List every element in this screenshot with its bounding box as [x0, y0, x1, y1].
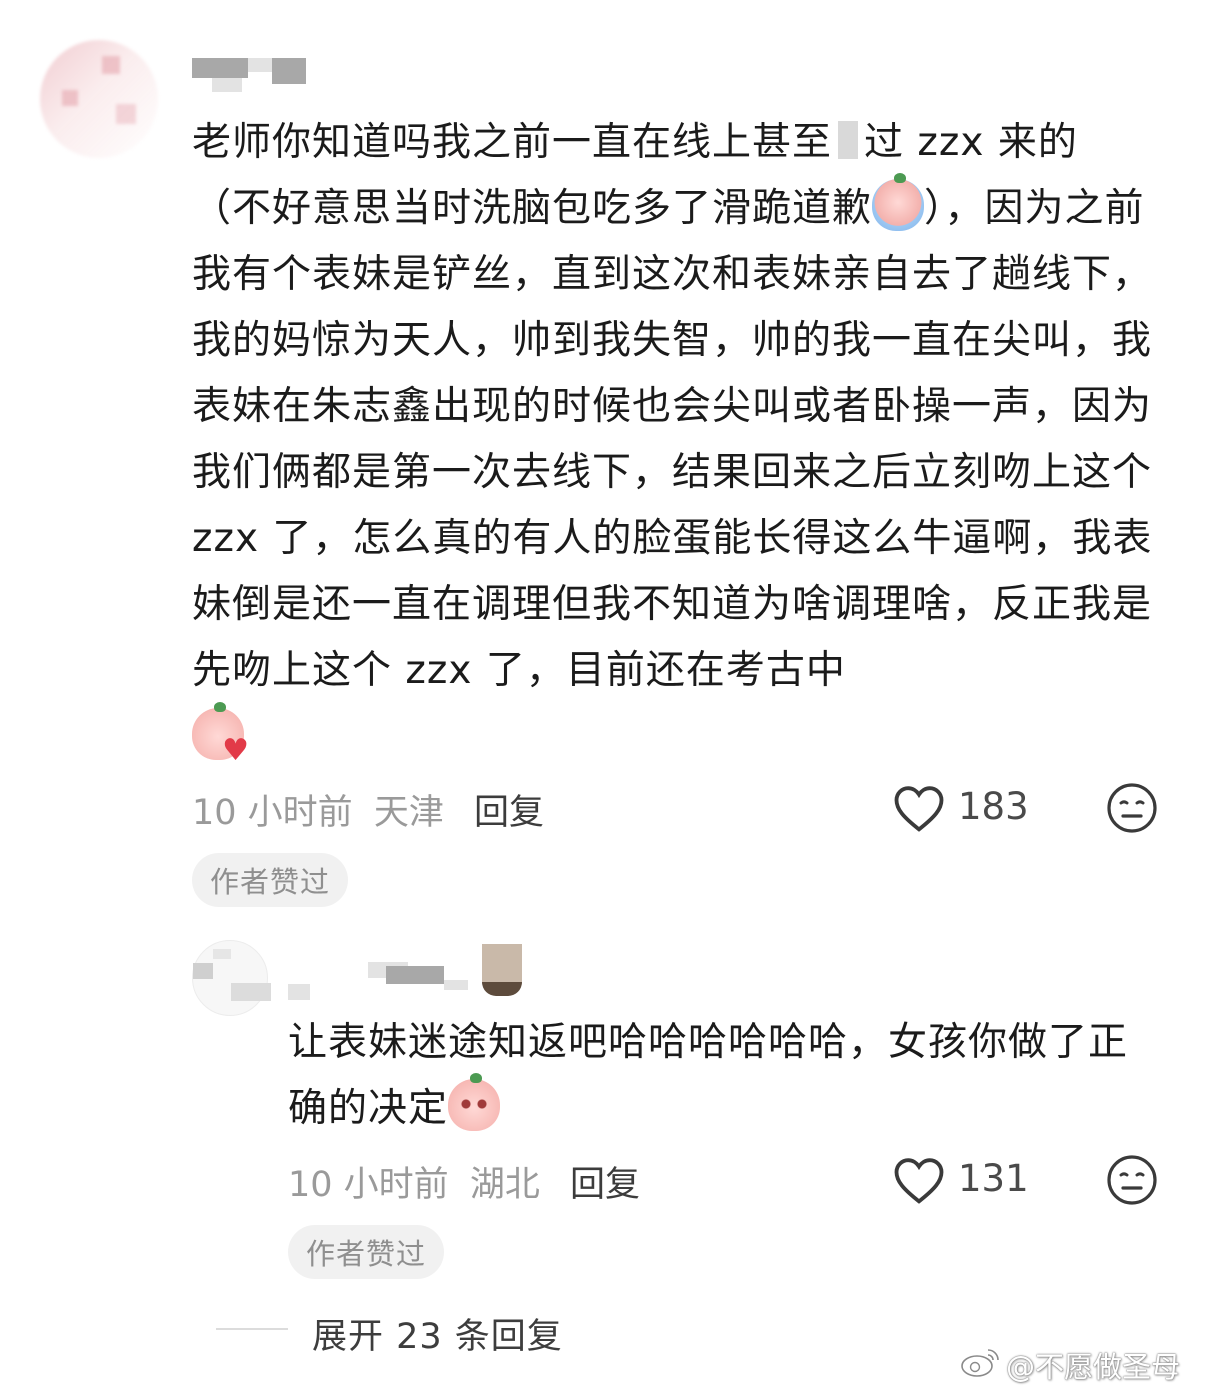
- like-button[interactable]: 183: [892, 781, 1032, 835]
- pleading-emoji-icon: [448, 1073, 501, 1131]
- kiss-heart-emoji-icon: [192, 702, 250, 766]
- masked-word: [838, 121, 859, 159]
- reply-time: 10 小时前: [288, 1165, 449, 1205]
- reply-like-button[interactable]: 131: [892, 1153, 1032, 1207]
- watermark-text: @不愿做圣母: [1006, 1350, 1181, 1384]
- author-liked-badge: 作者赞过: [192, 853, 348, 907]
- comment-text-part3: ），因为之前我有个表妹是铲丝，直到这次和表妹亲自去了趟线下，我的妈惊为天人，帅到…: [192, 186, 1153, 693]
- reply-text-content: 让表妹迷途知返吧哈哈哈哈哈哈，女孩你做了正确的决定: [288, 1020, 1129, 1131]
- comment-location: 天津: [373, 793, 444, 833]
- comment-time: 10 小时前: [192, 793, 353, 833]
- meh-face-icon: [1107, 1155, 1157, 1205]
- avatar[interactable]: [40, 40, 158, 158]
- comment-text-part1: 老师你知道吗我之前一直在线上甚至: [192, 120, 833, 165]
- reply-text: 让表妹迷途知返吧哈哈哈哈哈哈，女孩你做了正确的决定: [288, 1010, 1158, 1142]
- weibo-logo-icon: [961, 1349, 999, 1377]
- reply-meta: 10 小时前 湖北: [288, 1156, 540, 1207]
- like-count: 183: [958, 785, 1029, 828]
- reply-reply-button[interactable]: 回复: [570, 1156, 640, 1207]
- dislike-button[interactable]: [1106, 782, 1158, 834]
- reply-author-liked-badge: 作者赞过: [288, 1225, 444, 1279]
- reply-location: 湖北: [469, 1165, 540, 1205]
- crying-emoji-icon: [872, 173, 925, 231]
- comment-meta: 10 小时前 天津: [192, 784, 444, 835]
- reply-button[interactable]: 回复: [474, 784, 544, 835]
- reply-avatar[interactable]: [192, 940, 271, 1016]
- heart-icon: [894, 1158, 944, 1204]
- comment-text: 老师你知道吗我之前一直在线上甚至过 zzx 来的（不好意思当时洗脑包吃多了滑跪道…: [192, 110, 1156, 771]
- expand-replies-button[interactable]: 展开 23 条回复: [312, 1308, 563, 1359]
- reply-dislike-button[interactable]: [1106, 1154, 1158, 1206]
- meh-face-icon: [1107, 783, 1157, 833]
- reply-username[interactable]: [288, 944, 528, 1000]
- heart-icon: [894, 786, 944, 832]
- reply-like-count: 131: [958, 1157, 1029, 1200]
- expand-divider: [216, 1328, 288, 1330]
- username[interactable]: [192, 58, 312, 92]
